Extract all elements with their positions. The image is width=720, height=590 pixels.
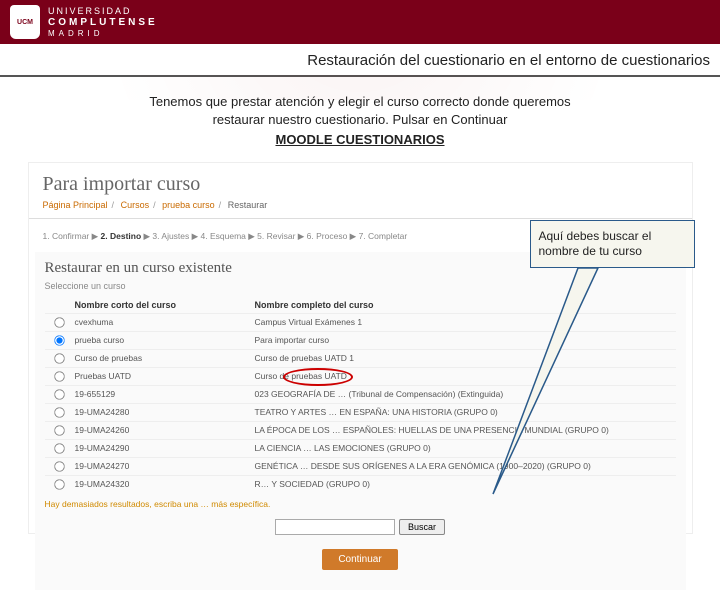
cell-short: Pruebas UATD bbox=[75, 371, 255, 381]
course-radio[interactable] bbox=[54, 425, 64, 435]
cell-full: Campus Virtual Exámenes 1 bbox=[255, 317, 676, 327]
too-many-results-warning: Hay demasiados resultados, escriba una …… bbox=[45, 493, 676, 515]
intro-line1: Tenemos que prestar atención y elegir el… bbox=[40, 93, 680, 111]
moodle-cuestionarios-link[interactable]: MOODLE CUESTIONARIOS bbox=[275, 131, 444, 149]
breadcrumb: Página Principal/ Cursos/ prueba curso/ … bbox=[29, 200, 692, 218]
breadcrumb-item[interactable]: Página Principal bbox=[43, 200, 108, 210]
course-radio[interactable] bbox=[54, 353, 64, 363]
course-radio[interactable] bbox=[54, 443, 64, 453]
callout-box: Aquí debes buscar el nombre de tu curso bbox=[530, 220, 695, 268]
intro-line2: restaurar nuestro cuestionario. Pulsar e… bbox=[40, 111, 680, 129]
cell-full: GENÉTICA … DESDE SUS ORÍGENES A LA ERA G… bbox=[255, 461, 676, 471]
cell-full: Para importar curso bbox=[255, 335, 676, 345]
highlight-oval-icon bbox=[283, 368, 353, 386]
cell-short: 19-655129 bbox=[75, 389, 255, 399]
course-radio[interactable] bbox=[54, 407, 64, 417]
th-short: Nombre corto del curso bbox=[75, 300, 255, 310]
table-row: 19-UMA24320R… Y SOCIEDAD (GRUPO 0) bbox=[45, 475, 676, 493]
logo-shield-icon: UCM bbox=[10, 5, 40, 39]
logo-text: UNIVERSIDAD COMPLUTENSE MADRID bbox=[48, 6, 158, 38]
table-row: 19-UMA24270GENÉTICA … DESDE SUS ORÍGENES… bbox=[45, 457, 676, 475]
cell-short: cvexhuma bbox=[75, 317, 255, 327]
th-full: Nombre completo del curso bbox=[255, 300, 676, 310]
course-search-input[interactable] bbox=[275, 519, 395, 535]
cell-short: 19-UMA24260 bbox=[75, 425, 255, 435]
cell-full: 023 GEOGRAFÍA DE … (Tribunal de Compensa… bbox=[255, 389, 676, 399]
breadcrumb-item: Restaurar bbox=[228, 200, 268, 210]
cell-full: TEATRO Y ARTES … EN ESPAÑA: UNA HISTORIA… bbox=[255, 407, 676, 417]
page-title: Restauración del cuestionario en el ento… bbox=[0, 44, 720, 75]
logo-mad: MADRID bbox=[48, 29, 158, 39]
section-sub: Seleccione un curso bbox=[45, 281, 676, 291]
course-radio[interactable] bbox=[54, 317, 64, 327]
continue-button[interactable]: Continuar bbox=[322, 549, 397, 570]
cell-short: 19-UMA24290 bbox=[75, 443, 255, 453]
logo-comp: COMPLUTENSE bbox=[48, 17, 158, 29]
cell-short: prueba curso bbox=[75, 335, 255, 345]
course-table: Nombre corto del curso Nombre completo d… bbox=[45, 297, 676, 493]
cell-full: LA CIENCIA … LAS EMOCIONES (GRUPO 0) bbox=[255, 443, 676, 453]
cell-short: 19-UMA24320 bbox=[75, 479, 255, 489]
table-row: Curso de pruebasCurso de pruebas UATD 1 bbox=[45, 349, 676, 367]
cell-short: Curso de pruebas bbox=[75, 353, 255, 363]
course-radio[interactable] bbox=[54, 389, 64, 399]
table-row: cvexhumaCampus Virtual Exámenes 1 bbox=[45, 313, 676, 331]
moodle-page-title: Para importar curso bbox=[29, 163, 692, 200]
cell-full: LA ÉPOCA DE LOS … ESPAÑOLES: HUELLAS DE … bbox=[255, 425, 676, 435]
cell-short: 19-UMA24270 bbox=[75, 461, 255, 471]
callout-text: Aquí debes buscar el nombre de tu curso bbox=[539, 229, 686, 259]
cell-full: R… Y SOCIEDAD (GRUPO 0) bbox=[255, 479, 676, 489]
moodle-screenshot: Para importar curso Página Principal/ Cu… bbox=[28, 162, 693, 534]
table-row: 19-UMA24290LA CIENCIA … LAS EMOCIONES (G… bbox=[45, 439, 676, 457]
course-radio[interactable] bbox=[54, 335, 64, 345]
table-row: 19-655129023 GEOGRAFÍA DE … (Tribunal de… bbox=[45, 385, 676, 403]
table-row: prueba cursoPara importar curso bbox=[45, 331, 676, 349]
table-row: 19-UMA24280TEATRO Y ARTES … EN ESPAÑA: U… bbox=[45, 403, 676, 421]
logo-uni: UNIVERSIDAD bbox=[48, 6, 158, 17]
course-radio[interactable] bbox=[54, 461, 64, 471]
breadcrumb-item[interactable]: Cursos bbox=[121, 200, 150, 210]
cell-short: 19-UMA24280 bbox=[75, 407, 255, 417]
course-radio[interactable] bbox=[54, 479, 64, 489]
course-radio[interactable] bbox=[54, 371, 64, 381]
logo-bar: UCM UNIVERSIDAD COMPLUTENSE MADRID bbox=[0, 0, 720, 44]
intro-block: Tenemos que prestar atención y elegir el… bbox=[0, 87, 720, 154]
search-button[interactable]: Buscar bbox=[399, 519, 445, 535]
table-row: Pruebas UATDCurso de pruebas UATD bbox=[45, 367, 676, 385]
table-row: 19-UMA24260LA ÉPOCA DE LOS … ESPAÑOLES: … bbox=[45, 421, 676, 439]
cell-full: Curso de pruebas UATD 1 bbox=[255, 353, 676, 363]
breadcrumb-item[interactable]: prueba curso bbox=[162, 200, 215, 210]
